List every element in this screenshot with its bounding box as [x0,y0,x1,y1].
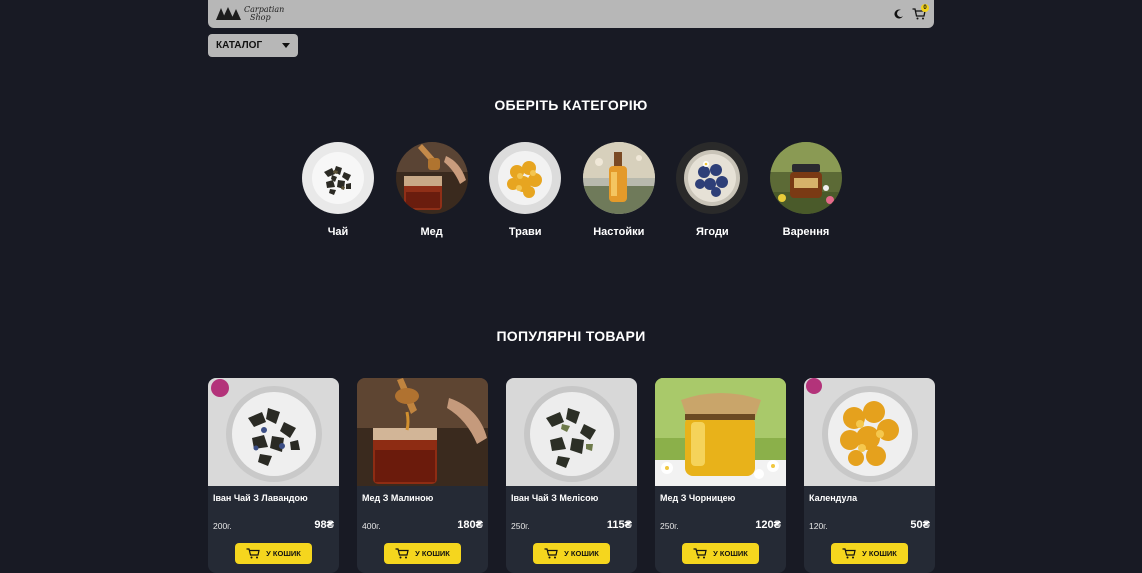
product-list: Іван Чай З Лавандою 200г. 98₴ У КОШИК Ме… [208,378,935,573]
product-card[interactable]: Іван Чай З Мелісою 250г. 115₴ У КОШИК [506,378,637,573]
category-jam[interactable]: Варення [769,142,842,238]
add-to-cart-button[interactable]: У КОШИК [831,543,908,564]
category-berries[interactable]: Ягоди [676,142,749,238]
category-label: Мед [420,226,443,238]
logo-line-2: Shop [250,13,271,22]
site-logo[interactable]: Carpatian Shop [216,6,284,22]
category-label: Настойки [593,226,645,238]
cart-icon [544,548,558,559]
honey-image [395,142,468,214]
product-name: Мед З Чорницею [660,493,736,503]
category-label: Ягоди [696,226,729,238]
product-card[interactable]: Мед З Малиною 400г. 180₴ У КОШИК [357,378,488,573]
product-weight: 250г. [660,521,679,531]
product-name: Календула [809,493,858,503]
product-weight: 120г. [809,521,828,531]
category-list: Чай Мед Трави Настойки Ягоди Варення [302,142,842,238]
add-to-cart-button[interactable]: У КОШИК [533,543,610,564]
herbs-image [489,142,562,214]
header-actions: 0 [894,4,929,20]
add-to-cart-label: У КОШИК [266,549,301,558]
category-label: Трави [508,226,542,238]
category-tinctures[interactable]: Настойки [582,142,655,238]
product-price: 50₴ [910,519,930,531]
cart-icon [842,548,856,559]
popular-title: ПОПУЛЯРНІ ТОВАРИ [496,328,646,344]
add-to-cart-label: У КОШИК [415,549,450,558]
product-weight: 200г. [213,521,232,531]
berries-image [676,142,749,214]
tea-leaves-image [302,142,374,214]
add-to-cart-label: У КОШИК [862,549,897,558]
product-card[interactable]: Іван Чай З Лавандою 200г. 98₴ У КОШИК [208,378,339,573]
product-image [655,378,786,486]
category-label: Варення [782,226,830,238]
add-to-cart-button[interactable]: У КОШИК [384,543,461,564]
category-honey[interactable]: Мед [395,142,468,238]
jam-image [769,142,842,214]
tincture-image [582,142,655,214]
product-name: Іван Чай З Лавандою [213,493,308,503]
product-price: 98₴ [314,519,334,531]
product-image [208,378,339,486]
cart-button[interactable]: 0 [912,4,929,20]
product-weight: 250г. [511,521,530,531]
cart-icon [395,548,409,559]
add-to-cart-label: У КОШИК [713,549,748,558]
product-name: Іван Чай З Мелісою [511,493,599,503]
add-to-cart-button[interactable]: У КОШИК [682,543,759,564]
product-card[interactable]: Мед З Чорницею 250г. 120₴ У КОШИК [655,378,786,573]
product-name: Мед З Малиною [362,493,434,503]
product-image [357,378,488,486]
product-price: 180₴ [457,519,483,531]
catalog-label: КАТАЛОГ [216,40,263,51]
catalog-dropdown-button[interactable]: КАТАЛОГ [208,34,298,57]
cart-count-badge: 0 [921,4,929,12]
categories-title: ОБЕРІТЬ КАТЕГОРІЮ [494,97,648,113]
top-header: Carpatian Shop 0 [208,0,934,28]
logo-text: Carpatian Shop [244,6,284,22]
moon-icon [894,9,903,19]
add-to-cart-label: У КОШИК [564,549,599,558]
product-image [506,378,637,486]
product-price: 115₴ [606,519,632,531]
product-image [804,378,935,486]
caret-down-icon [282,43,290,48]
product-weight: 400г. [362,521,381,531]
cart-icon [693,548,707,559]
category-tea[interactable]: Чай [302,142,374,238]
cart-icon [246,548,260,559]
add-to-cart-button[interactable]: У КОШИК [235,543,312,564]
product-price: 120₴ [755,519,781,531]
product-card[interactable]: Календула 120г. 50₴ У КОШИК [804,378,935,573]
forest-logo-icon [216,7,241,20]
category-herbs[interactable]: Трави [489,142,562,238]
category-label: Чай [327,226,349,238]
theme-toggle-button[interactable] [894,9,904,19]
